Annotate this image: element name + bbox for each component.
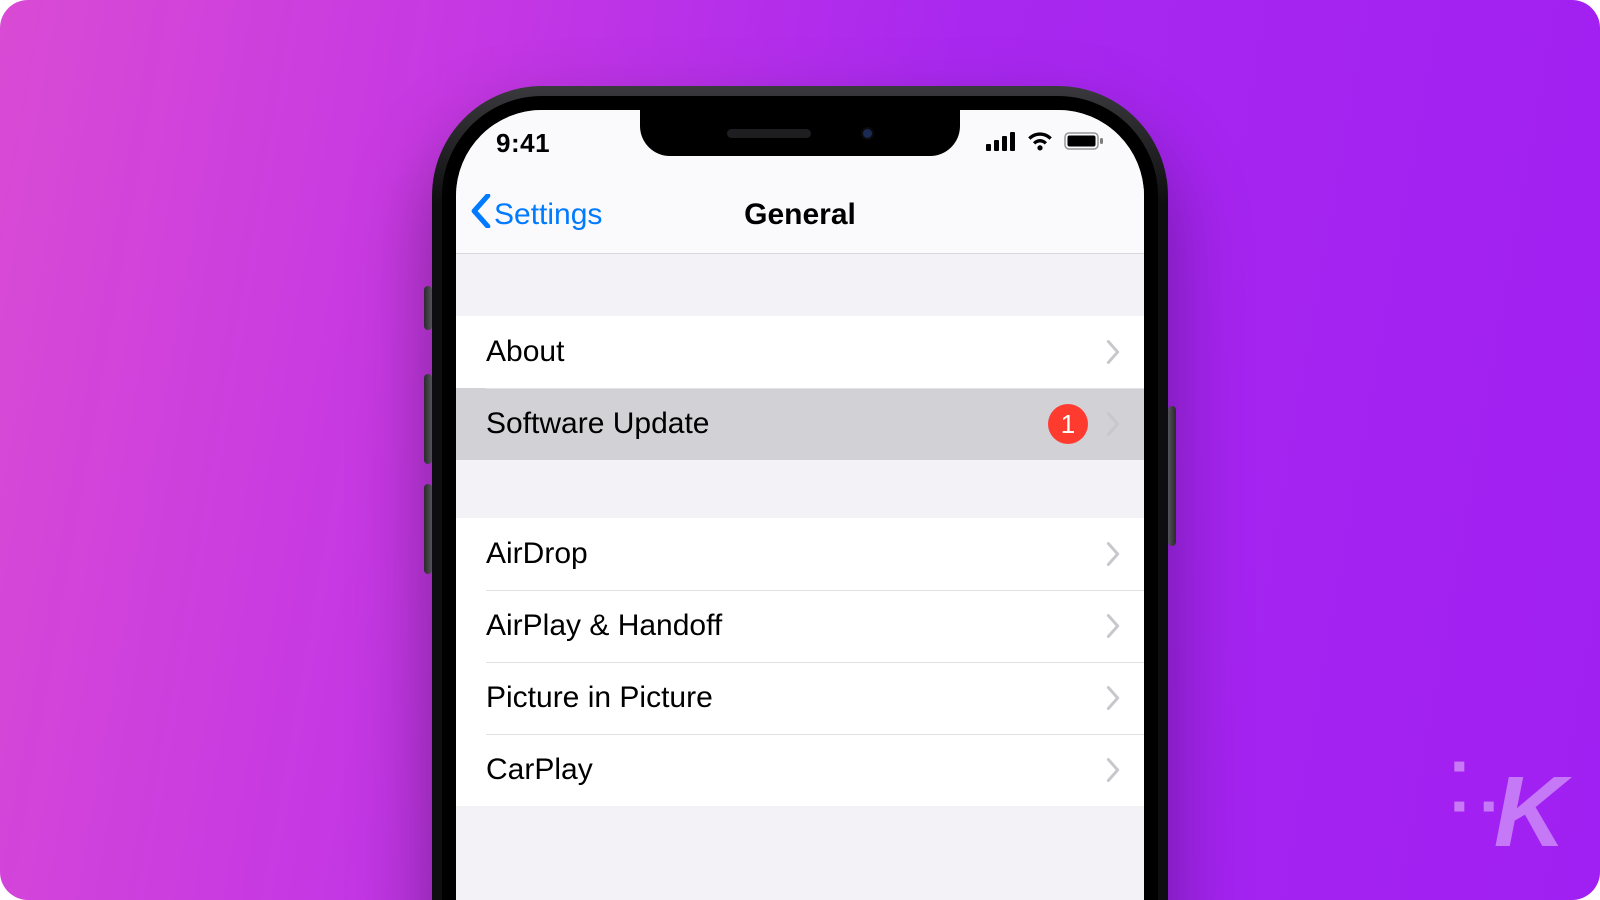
back-label: Settings <box>494 198 602 232</box>
cell-label: Software Update <box>486 407 1048 441</box>
cell-label: AirDrop <box>486 537 1106 571</box>
ring-silent-switch <box>424 286 432 330</box>
status-indicators <box>986 131 1104 156</box>
cell-airdrop[interactable]: AirDrop <box>456 518 1144 590</box>
group-separator <box>456 460 1144 518</box>
cell-airplay-handoff[interactable]: AirPlay & Handoff <box>456 590 1144 662</box>
watermark-dots: ▪ ▪ ▪ <box>1452 746 1497 826</box>
phone-frame: 9:41 <box>432 86 1168 900</box>
notification-badge: 1 <box>1048 404 1088 444</box>
settings-content: About Software Update 1 AirDrop Ai <box>456 254 1144 806</box>
display-notch <box>640 110 960 156</box>
cell-picture-in-picture[interactable]: Picture in Picture <box>456 662 1144 734</box>
promo-background: 9:41 <box>0 0 1600 900</box>
cell-software-update[interactable]: Software Update 1 <box>456 388 1144 460</box>
wifi-icon <box>1026 131 1054 156</box>
chevron-right-icon <box>1106 758 1120 782</box>
volume-up-button <box>424 374 432 464</box>
chevron-right-icon <box>1106 542 1120 566</box>
chevron-left-icon <box>470 194 492 236</box>
chevron-right-icon <box>1106 340 1120 364</box>
watermark-letter: K <box>1494 755 1560 870</box>
front-camera <box>861 127 874 140</box>
side-button <box>1168 406 1176 546</box>
navigation-bar: Settings General <box>456 176 1144 254</box>
back-button[interactable]: Settings <box>456 194 602 236</box>
battery-icon <box>1064 131 1104 156</box>
brand-watermark: ▪ ▪ ▪ K <box>1452 746 1560 870</box>
cell-label: CarPlay <box>486 753 1106 787</box>
status-time: 9:41 <box>496 128 550 159</box>
chevron-right-icon <box>1106 614 1120 638</box>
phone-bezel: 9:41 <box>442 96 1158 900</box>
cellular-signal-icon <box>986 131 1016 156</box>
group-separator <box>456 254 1144 316</box>
phone-screen: 9:41 <box>456 110 1144 900</box>
cell-about[interactable]: About <box>456 316 1144 388</box>
earpiece-speaker <box>727 129 811 138</box>
chevron-right-icon <box>1106 686 1120 710</box>
cell-label: Picture in Picture <box>486 681 1106 715</box>
cell-label: AirPlay & Handoff <box>486 609 1106 643</box>
chevron-right-icon <box>1106 412 1120 436</box>
cell-carplay[interactable]: CarPlay <box>456 734 1144 806</box>
volume-down-button <box>424 484 432 574</box>
cell-label: About <box>486 335 1106 369</box>
